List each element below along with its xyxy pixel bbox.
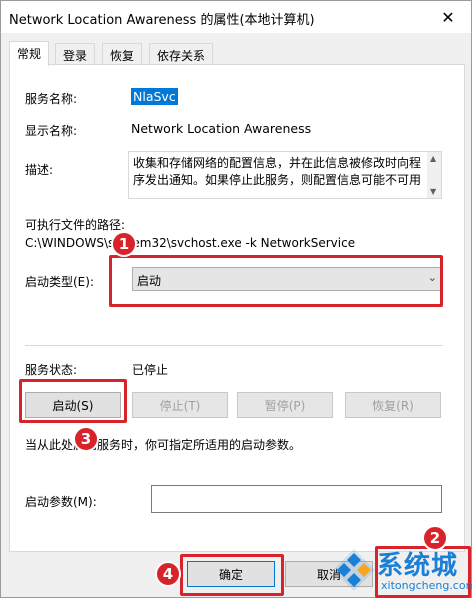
step-marker-3: 3 [73,426,99,452]
watermark-en-text: xitongcheng.com [381,579,472,592]
scroll-down-icon[interactable]: ▼ [430,187,436,196]
startup-type-label: 启动类型(E): [25,275,94,289]
resume-button[interactable]: 恢复(R) [345,392,441,418]
step-marker-1: 1 [111,231,137,257]
description-box[interactable]: 收集和存储网络的配置信息，并在此信息被修改时向程序发出通知。如果停止此服务，则配… [128,151,442,199]
display-name-label: 显示名称: [25,124,78,138]
tab-logon[interactable]: 登录 [55,43,96,65]
watermark-logo: 系统城 xitongcheng.com [331,541,472,598]
service-name-label: 服务名称: [25,92,78,106]
general-panel: 服务名称: NlaSvc 显示名称: Network Location Awar… [9,64,465,552]
tab-strip: 常规 登录 恢复 依存关系 [9,41,465,66]
section-divider [25,345,443,346]
stop-button[interactable]: 停止(T) [132,392,228,418]
service-properties-dialog: Network Location Awareness 的属性(本地计算机) ✕ … [0,0,472,598]
exec-path-label: 可执行文件的路径: [25,218,126,232]
start-params-hint: 当从此处启动服务时，你可指定所适用的启动参数。 [25,438,302,452]
watermark-cn-text: 系统城 [377,551,459,581]
description-scrollbar[interactable]: ▲ ▼ [427,152,441,198]
description-label: 描述: [25,163,54,177]
start-params-label: 启动参数(M): [25,495,97,509]
tab-general[interactable]: 常规 [9,41,50,66]
watermark-diamond-icon [333,549,375,591]
step-marker-4: 4 [155,561,181,587]
startup-type-highlight [109,255,443,307]
description-text: 收集和存储网络的配置信息，并在此信息被修改时向程序发出通知。如果停止此服务，则配… [133,156,422,187]
service-status-value: 已停止 [132,363,169,377]
service-name-value[interactable]: NlaSvc [131,88,178,105]
scroll-up-icon[interactable]: ▲ [430,154,436,163]
exec-path-value[interactable]: C:\WINDOWS\system32\svchost.exe -k Netwo… [25,236,355,250]
close-icon[interactable]: ✕ [425,1,471,33]
tab-dependencies[interactable]: 依存关系 [149,43,214,65]
window-title: Network Location Awareness 的属性(本地计算机) [9,13,315,28]
tab-recovery[interactable]: 恢复 [102,43,143,65]
display-name-value[interactable]: Network Location Awareness [131,121,311,136]
start-params-input[interactable] [151,485,442,513]
ok-button-highlight [180,554,284,596]
title-bar[interactable]: Network Location Awareness 的属性(本地计算机) ✕ [1,1,471,33]
service-status-label: 服务状态: [25,363,78,377]
start-button-highlight [19,379,127,423]
pause-button[interactable]: 暂停(P) [237,392,333,418]
